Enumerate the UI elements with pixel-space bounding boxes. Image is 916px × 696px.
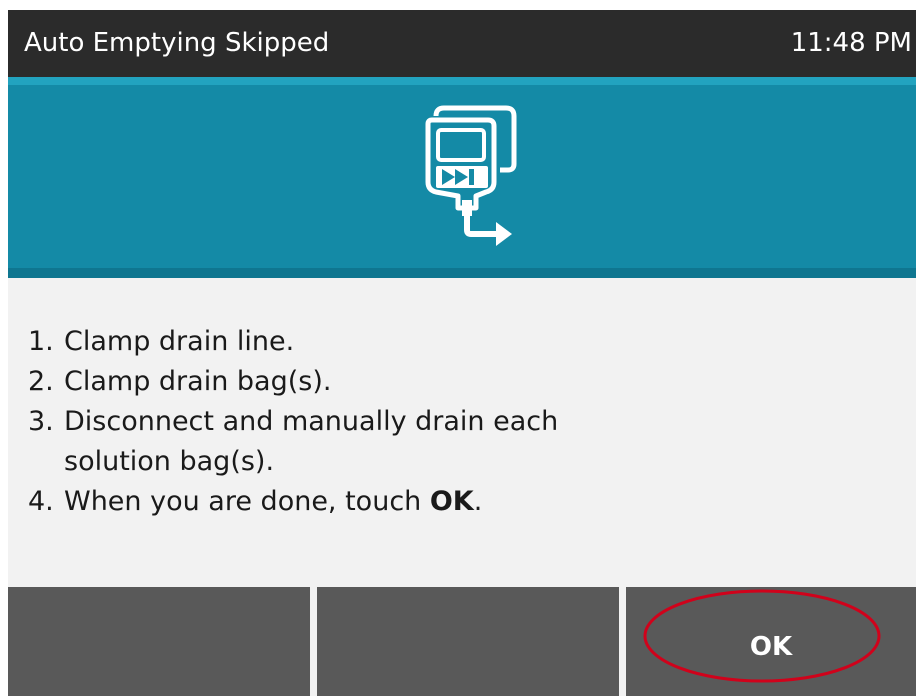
- step-text-bold: OK: [429, 486, 474, 517]
- instruction-step: 4. When you are done, touch OK.: [28, 482, 644, 522]
- step-number: 4.: [28, 486, 54, 517]
- step-text: Clamp drain bag(s).: [64, 366, 332, 397]
- screen-title: Auto Emptying Skipped: [24, 28, 330, 58]
- step-number: 1.: [28, 326, 54, 357]
- step-text: Disconnect and manually drain each solut…: [64, 406, 559, 477]
- title-bar: Auto Emptying Skipped 11:48 PM: [8, 10, 916, 77]
- blank-button-middle[interactable]: [317, 587, 619, 696]
- blank-button-left[interactable]: [8, 587, 310, 696]
- header-banner: [8, 77, 916, 278]
- drain-bag-transfer-icon: [425, 105, 517, 246]
- step-text-after: .: [473, 486, 483, 517]
- instruction-step: 3. Disconnect and manually drain each so…: [28, 402, 644, 482]
- banner-shadow: [8, 268, 916, 278]
- clock-time: 11:48 PM: [790, 28, 912, 58]
- banner-accent-line: [8, 77, 916, 85]
- ok-button[interactable]: OK: [626, 587, 916, 696]
- step-text: When you are done, touch OK.: [64, 482, 644, 522]
- step-number: 2.: [28, 366, 54, 397]
- instruction-list: 1. Clamp drain line. 2. Clamp drain bag(…: [28, 322, 644, 522]
- button-bar: OK: [8, 587, 916, 696]
- step-text-before: When you are done, touch: [64, 486, 430, 517]
- device-screen: Auto Emptying Skipped 11:48 PM 1. Clamp …: [8, 10, 916, 696]
- instruction-step: 1. Clamp drain line.: [28, 322, 644, 362]
- instruction-step: 2. Clamp drain bag(s).: [28, 362, 644, 402]
- step-number: 3.: [28, 406, 54, 437]
- step-text: Clamp drain line.: [64, 326, 295, 357]
